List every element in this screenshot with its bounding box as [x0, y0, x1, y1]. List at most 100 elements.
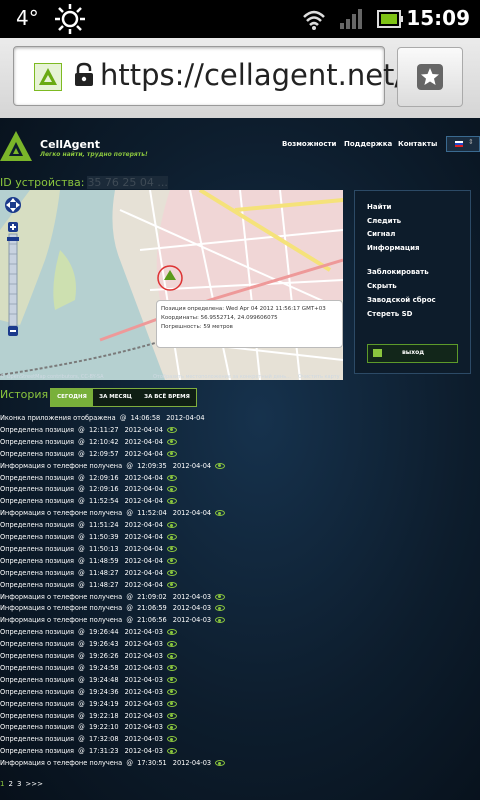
history-entry-time: 19:24:36 [88, 687, 119, 696]
battery-icon [377, 10, 403, 28]
nav-contacts[interactable]: Контакты [398, 140, 437, 148]
eye-icon[interactable] [215, 510, 226, 517]
at-sign: @ [73, 699, 89, 708]
history-row: Определена позиция @ 19:26:44 2012-04-03 [0, 626, 177, 638]
eye-icon[interactable] [166, 438, 177, 445]
at-sign: @ [122, 616, 138, 625]
eye-icon[interactable] [215, 760, 226, 767]
at-sign: @ [73, 497, 89, 506]
eye-icon[interactable] [166, 534, 177, 540]
history-entry-text: Определена позиция [0, 652, 74, 660]
eye-icon[interactable] [166, 641, 177, 648]
eye-icon[interactable] [166, 545, 177, 552]
menu-lock[interactable]: Заблокировать [367, 268, 429, 276]
zoom-control[interactable] [4, 196, 22, 336]
history-entry-date: 2012-04-03 [172, 616, 212, 625]
clock: 15:09 [406, 6, 470, 30]
page-3[interactable]: 3 [17, 780, 21, 788]
history-entry-time: 17:31:23 [88, 747, 119, 756]
history-entry-text: Информация о телефоне получена [0, 509, 123, 518]
status-bar: 4° 15:09 [0, 0, 480, 38]
history-entry-date: 2012-04-04 [124, 497, 163, 506]
at-sign: @ [73, 473, 89, 482]
eye-icon[interactable] [166, 426, 177, 433]
eye-icon[interactable] [166, 629, 177, 636]
history-entry-text: Определена позиция [0, 640, 74, 649]
history-row: Определена позиция @ 11:48:27 2012-04-04 [0, 579, 177, 591]
history-entry-text: Определена позиция [0, 747, 74, 756]
menu-signal[interactable]: Сигнал [367, 230, 395, 238]
nav-features[interactable]: Возможности [282, 140, 336, 148]
history-entry-time: 11:52:54 [88, 497, 119, 506]
eye-icon[interactable] [166, 450, 177, 457]
page-2[interactable]: 2 [8, 780, 12, 788]
history-entry-date: 2012-04-04 [124, 568, 163, 577]
eye-icon[interactable] [215, 462, 226, 469]
language-select[interactable]: ⇕ [446, 136, 480, 152]
menu-factory-reset[interactable]: Заводской сброс [367, 296, 436, 304]
eye-icon[interactable] [166, 474, 177, 481]
eye-icon[interactable] [166, 569, 177, 576]
show-day-link[interactable]: Отобразить местоположение за конкретный … [153, 374, 291, 380]
action-menu: Найти Следить Сигнал Информация Заблокир… [354, 190, 471, 374]
history-row: Информация о телефоне получена @ 11:52:0… [0, 507, 226, 519]
at-sign: @ [73, 628, 89, 637]
menu-info[interactable]: Информация [367, 244, 420, 252]
map-view[interactable]: Позиция определена: Wed Apr 04 2012 11:5… [0, 190, 343, 380]
eye-icon[interactable] [166, 581, 177, 588]
eye-icon[interactable] [166, 700, 177, 707]
eye-icon[interactable] [166, 664, 177, 671]
eye-icon[interactable] [166, 724, 177, 731]
tab-month[interactable]: ЗА МЕСЯЦ [93, 389, 138, 406]
eye-icon[interactable] [215, 617, 226, 624]
url-bar[interactable]: https://cellagent.net/... [13, 46, 432, 106]
menu-find[interactable]: Найти [367, 203, 391, 211]
history-row: Определена позиция @ 19:22:10 2012-04-03 [0, 721, 177, 733]
history-row: Информация о телефоне получена @ 21:06:5… [0, 614, 226, 626]
eye-icon[interactable] [166, 486, 177, 493]
eye-icon[interactable] [166, 653, 177, 659]
page-next[interactable]: >>> [25, 780, 43, 788]
nav-support[interactable]: Поддержка [344, 140, 392, 148]
eye-icon[interactable] [215, 593, 226, 600]
menu-wipe-sd[interactable]: Стереть SD [367, 310, 412, 318]
eye-icon[interactable] [166, 688, 177, 695]
tab-all-time[interactable]: ЗА ВСЁ ВРЕМЯ [138, 389, 196, 406]
exit-button[interactable]: выход [367, 344, 458, 363]
temperature: 4° [16, 6, 39, 30]
at-sign: @ [122, 592, 138, 601]
at-sign: @ [73, 687, 89, 696]
eye-icon[interactable] [215, 605, 226, 612]
eye-icon[interactable] [166, 557, 177, 564]
russian-flag-icon [455, 141, 463, 147]
history-entry-text: Определена позиция [0, 711, 74, 720]
menu-hide[interactable]: Скрыть [367, 282, 397, 290]
history-entry-text: Определена позиция [0, 521, 74, 530]
history-entry-time: 12:11:27 [88, 425, 119, 434]
history-row: Определена позиция @ 12:09:16 2012-04-04 [0, 472, 177, 484]
bookmark-button[interactable] [397, 47, 463, 107]
history-entry-text: Определена позиция [0, 437, 74, 446]
eye-icon[interactable] [166, 736, 177, 743]
history-entry-text: Определена позиция [0, 473, 74, 482]
history-row: Определена позиция @ 19:26:26 2012-04-03 [0, 650, 177, 662]
eye-icon[interactable] [166, 712, 177, 719]
history-entry-time: 12:09:16 [88, 473, 119, 482]
history-entry-time: 11:48:27 [88, 568, 119, 577]
history-row: Определена позиция @ 19:24:19 2012-04-03 [0, 698, 177, 710]
popup-accuracy: Погрешность: 59 метров [161, 324, 233, 330]
clear-map-link[interactable]: Очистить карту [298, 374, 340, 380]
tab-today[interactable]: СЕГОДНЯ [51, 389, 93, 406]
page-1[interactable]: 1 [0, 780, 4, 788]
history-entry-text: Определена позиция [0, 497, 74, 506]
eye-icon[interactable] [166, 522, 177, 529]
menu-track[interactable]: Следить [367, 217, 401, 225]
history-entry-date: 2012-04-03 [124, 735, 163, 744]
cellagent-logo[interactable] [0, 128, 36, 164]
history-entry-text: Определена позиция [0, 675, 74, 684]
history-entry-text: Информация о телефоне получена [0, 616, 123, 625]
map-attribution[interactable]: © OpenStreetMap contributors, CC-BY-SA [0, 374, 104, 380]
eye-icon[interactable] [166, 676, 177, 683]
eye-icon[interactable] [166, 498, 177, 505]
eye-icon[interactable] [166, 748, 177, 755]
